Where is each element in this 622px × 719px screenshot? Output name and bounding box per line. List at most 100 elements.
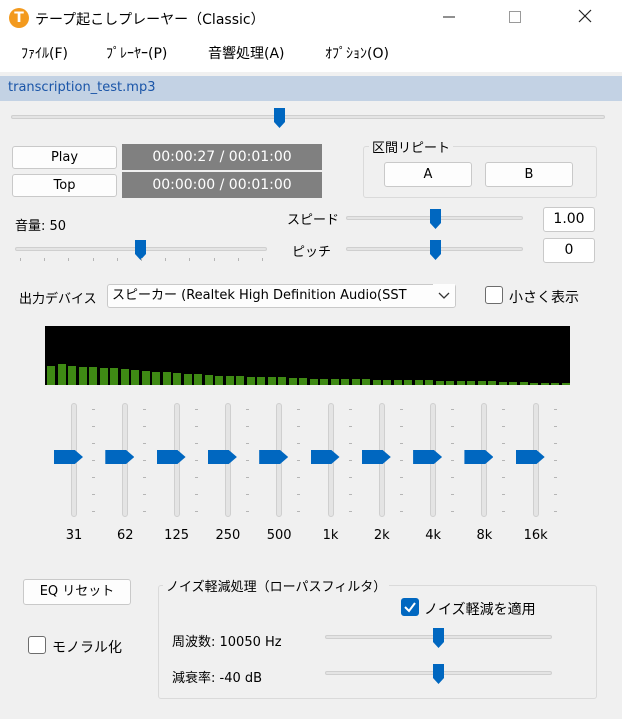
eq-tick	[553, 511, 557, 512]
chevron-down-icon	[438, 292, 450, 299]
output-device-select[interactable]: スピーカー (Realtek High Definition Audio(SST	[107, 284, 456, 308]
eq-tick	[194, 443, 198, 444]
eq-slider-thumb[interactable]	[361, 450, 391, 464]
minimize-button[interactable]	[426, 0, 472, 36]
speed-value-field[interactable]: 1.00	[543, 207, 595, 232]
eq-slider-thumb[interactable]	[105, 450, 135, 464]
position-slider-thumb[interactable]	[274, 108, 285, 128]
eq-slider-125[interactable]	[156, 403, 198, 517]
slider-tick	[237, 258, 239, 261]
close-icon	[578, 9, 592, 23]
eq-reset-button[interactable]: EQ リセット	[23, 579, 131, 605]
spectrum-bar	[435, 381, 444, 385]
eq-slider-thumb[interactable]	[464, 450, 494, 464]
eq-slider-16k[interactable]	[515, 403, 557, 517]
eq-slider-31[interactable]	[54, 403, 95, 517]
eq-slider-8k[interactable]	[464, 403, 506, 517]
eq-tick	[399, 409, 403, 410]
eq-slider-thumb[interactable]	[156, 450, 186, 464]
eq-slider-4k[interactable]	[413, 403, 455, 517]
menu-sound-processing[interactable]: 音響処理(A)	[208, 43, 285, 63]
eq-tick	[245, 409, 249, 410]
speed-slider-thumb[interactable]	[430, 209, 441, 229]
maximize-button[interactable]	[492, 0, 538, 36]
pitch-slider-thumb[interactable]	[430, 240, 441, 260]
close-button[interactable]	[562, 0, 608, 36]
spectrum-bar	[477, 381, 486, 385]
spectrum-bar	[89, 367, 97, 385]
eq-slider-250[interactable]	[207, 403, 249, 517]
eq-tick	[194, 511, 198, 512]
eq-band-label: 4k	[425, 528, 441, 543]
eq-slider-thumb[interactable]	[259, 450, 289, 464]
spectrum-bar	[341, 379, 349, 385]
eq-slider-2k[interactable]	[361, 403, 403, 517]
eq-slider-thumb[interactable]	[515, 450, 545, 464]
menu-file[interactable]: ﾌｧｲﾙ(F)	[21, 43, 68, 63]
spectrum-bar	[498, 382, 507, 385]
compact-view-checkbox[interactable]	[485, 286, 503, 304]
eq-tick	[451, 426, 455, 427]
position-slider-track[interactable]	[11, 115, 605, 119]
noise-reduction-apply-checkbox[interactable]	[401, 598, 419, 616]
spectrum-bar	[162, 372, 171, 385]
eq-tick	[451, 477, 455, 478]
eq-slider-62[interactable]	[105, 403, 147, 517]
volume-slider-thumb[interactable]	[135, 240, 146, 260]
spectrum-bar	[320, 379, 328, 385]
eq-tick	[399, 460, 403, 461]
eq-slider-500[interactable]	[259, 403, 301, 517]
spectrum-bar	[225, 376, 234, 385]
spectrum-bar	[183, 374, 192, 385]
eq-slider-thumb[interactable]	[207, 450, 237, 464]
eq-tick	[399, 494, 403, 495]
play-button[interactable]: Play	[12, 146, 117, 169]
eq-slider-thumb[interactable]	[413, 450, 443, 464]
eq-slider-1k[interactable]	[310, 403, 352, 517]
menu-options[interactable]: ｵﾌﾟｼｮﾝ(O)	[325, 43, 389, 63]
spectrum-bar	[99, 368, 108, 385]
eq-band-label: 500	[266, 528, 292, 543]
slider-tick	[141, 258, 142, 261]
spectrum-bar	[173, 373, 181, 385]
spectrum-bar	[561, 383, 570, 385]
eq-band-label: 16k	[523, 528, 548, 543]
eq-tick	[451, 409, 455, 410]
eq-slider-thumb[interactable]	[54, 450, 83, 464]
file-name: transcription_test.mp3	[8, 80, 156, 95]
spectrum-bar	[362, 379, 370, 385]
eq-slider-thumb[interactable]	[310, 450, 340, 464]
spectrum-bar	[110, 368, 118, 385]
attenuation-label: 減衰率: -40 dB	[172, 671, 263, 686]
eq-tick	[194, 477, 198, 478]
window-title: テープ起こしプレーヤー（Classic）	[35, 12, 265, 28]
eq-tick	[245, 477, 249, 478]
spectrum-bar	[288, 378, 297, 385]
eq-tick	[451, 494, 455, 495]
dropdown-arrow[interactable]	[433, 284, 455, 306]
slider-tick	[92, 258, 94, 261]
checkmark-icon	[404, 602, 416, 613]
eq-tick	[245, 494, 249, 495]
slider-tick	[116, 258, 118, 261]
mono-checkbox[interactable]	[28, 636, 46, 654]
repeat-a-button[interactable]: A	[384, 162, 472, 187]
eq-tick	[348, 494, 352, 495]
slider-tick	[44, 258, 46, 261]
repeat-b-button[interactable]: B	[485, 162, 573, 187]
eq-tick	[399, 511, 403, 512]
eq-tick	[348, 409, 352, 410]
pitch-value-field[interactable]: 0	[543, 238, 595, 263]
eq-tick	[143, 443, 147, 444]
top-button[interactable]: Top	[12, 174, 117, 197]
spectrum-bar	[120, 369, 129, 385]
menu-bar	[0, 36, 622, 72]
spectrum-bar	[68, 366, 76, 385]
eq-tick	[92, 511, 95, 512]
menu-player[interactable]: ﾌﾟﾚｰﾔｰ(P)	[106, 43, 167, 63]
spectrum-bar	[194, 374, 202, 385]
eq-tick	[143, 426, 147, 427]
eq-tick	[194, 460, 198, 461]
eq-tick	[297, 409, 301, 410]
spectrum-bar	[551, 383, 559, 385]
